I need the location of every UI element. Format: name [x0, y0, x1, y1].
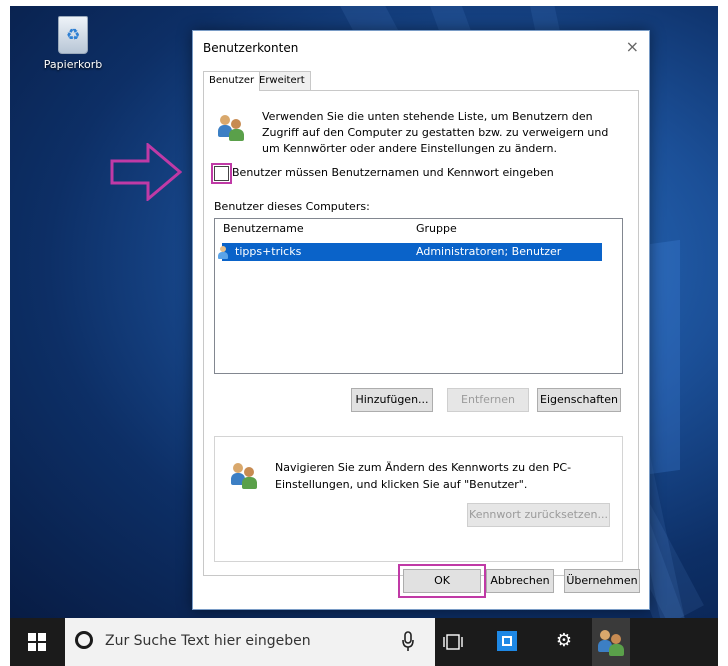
- user-icon: [218, 245, 232, 259]
- password-groupbox: Navigieren Sie zum Ändern des Kennworts …: [214, 436, 623, 562]
- recycle-bin-desktop-icon[interactable]: Papierkorb: [38, 12, 108, 71]
- intro-text: Verwenden Sie die unten stehende Liste, …: [262, 110, 609, 155]
- tab-benutzer[interactable]: Benutzer: [203, 71, 261, 91]
- cortana-icon[interactable]: [75, 631, 93, 649]
- user-accounts-taskbar-button[interactable]: [592, 618, 630, 666]
- dialog-titlebar[interactable]: Benutzerkonten ×: [193, 31, 649, 65]
- reset-password-button[interactable]: Kennwort zurücksetzen...: [467, 503, 610, 527]
- checkbox-highlight-frame: [211, 163, 232, 184]
- store-icon[interactable]: [497, 631, 517, 651]
- ok-button-highlight-frame: [398, 564, 486, 598]
- user-row-name: tipps+tricks: [235, 245, 302, 258]
- users-icon: [218, 113, 246, 141]
- user-row-group: Administratoren; Benutzer: [416, 245, 562, 258]
- cancel-button[interactable]: Abbrechen: [486, 569, 554, 593]
- annotation-arrow-icon: [110, 143, 182, 201]
- password-hint-text: Navigieren Sie zum Ändern des Kennworts …: [275, 461, 572, 491]
- remove-user-button[interactable]: Entfernen: [447, 388, 529, 412]
- taskbar-search-box[interactable]: Zur Suche Text hier eingeben: [65, 618, 435, 666]
- column-header-username[interactable]: Benutzername: [223, 222, 304, 235]
- column-header-group[interactable]: Gruppe: [416, 222, 457, 235]
- dialog-title: Benutzerkonten: [203, 41, 299, 55]
- user-accounts-dialog: Benutzerkonten × Benutzer Erweitert Verw…: [192, 30, 650, 610]
- task-view-icon[interactable]: [442, 632, 464, 652]
- require-login-label[interactable]: Benutzer müssen Benutzernamen und Kennwo…: [232, 166, 554, 179]
- microphone-icon[interactable]: [401, 631, 415, 653]
- user-accounts-icon: [598, 628, 626, 656]
- search-placeholder: Zur Suche Text hier eingeben: [105, 633, 311, 649]
- user-row[interactable]: tipps+tricks Administratoren; Benutzer: [218, 243, 602, 261]
- tab-erweitert[interactable]: Erweitert: [253, 71, 311, 90]
- add-user-button[interactable]: Hinzufügen...: [351, 388, 433, 412]
- tab-panel-benutzer: Verwenden Sie die unten stehende Liste, …: [203, 90, 639, 576]
- user-password-icon: [231, 461, 259, 489]
- recycle-bin-icon: [58, 16, 88, 54]
- settings-gear-icon[interactable]: ⚙: [549, 630, 579, 651]
- apply-button[interactable]: Übernehmen: [564, 569, 640, 593]
- close-icon[interactable]: ×: [626, 37, 639, 56]
- taskbar: Zur Suche Text hier eingeben ⚙: [10, 618, 718, 666]
- windows-start-icon[interactable]: [22, 633, 52, 651]
- users-section-label: Benutzer dieses Computers:: [214, 200, 370, 213]
- recycle-bin-label: Papierkorb: [43, 58, 103, 71]
- properties-button[interactable]: Eigenschaften: [537, 388, 621, 412]
- user-list[interactable]: Benutzername Gruppe tipps+tricks Adminis…: [214, 218, 623, 374]
